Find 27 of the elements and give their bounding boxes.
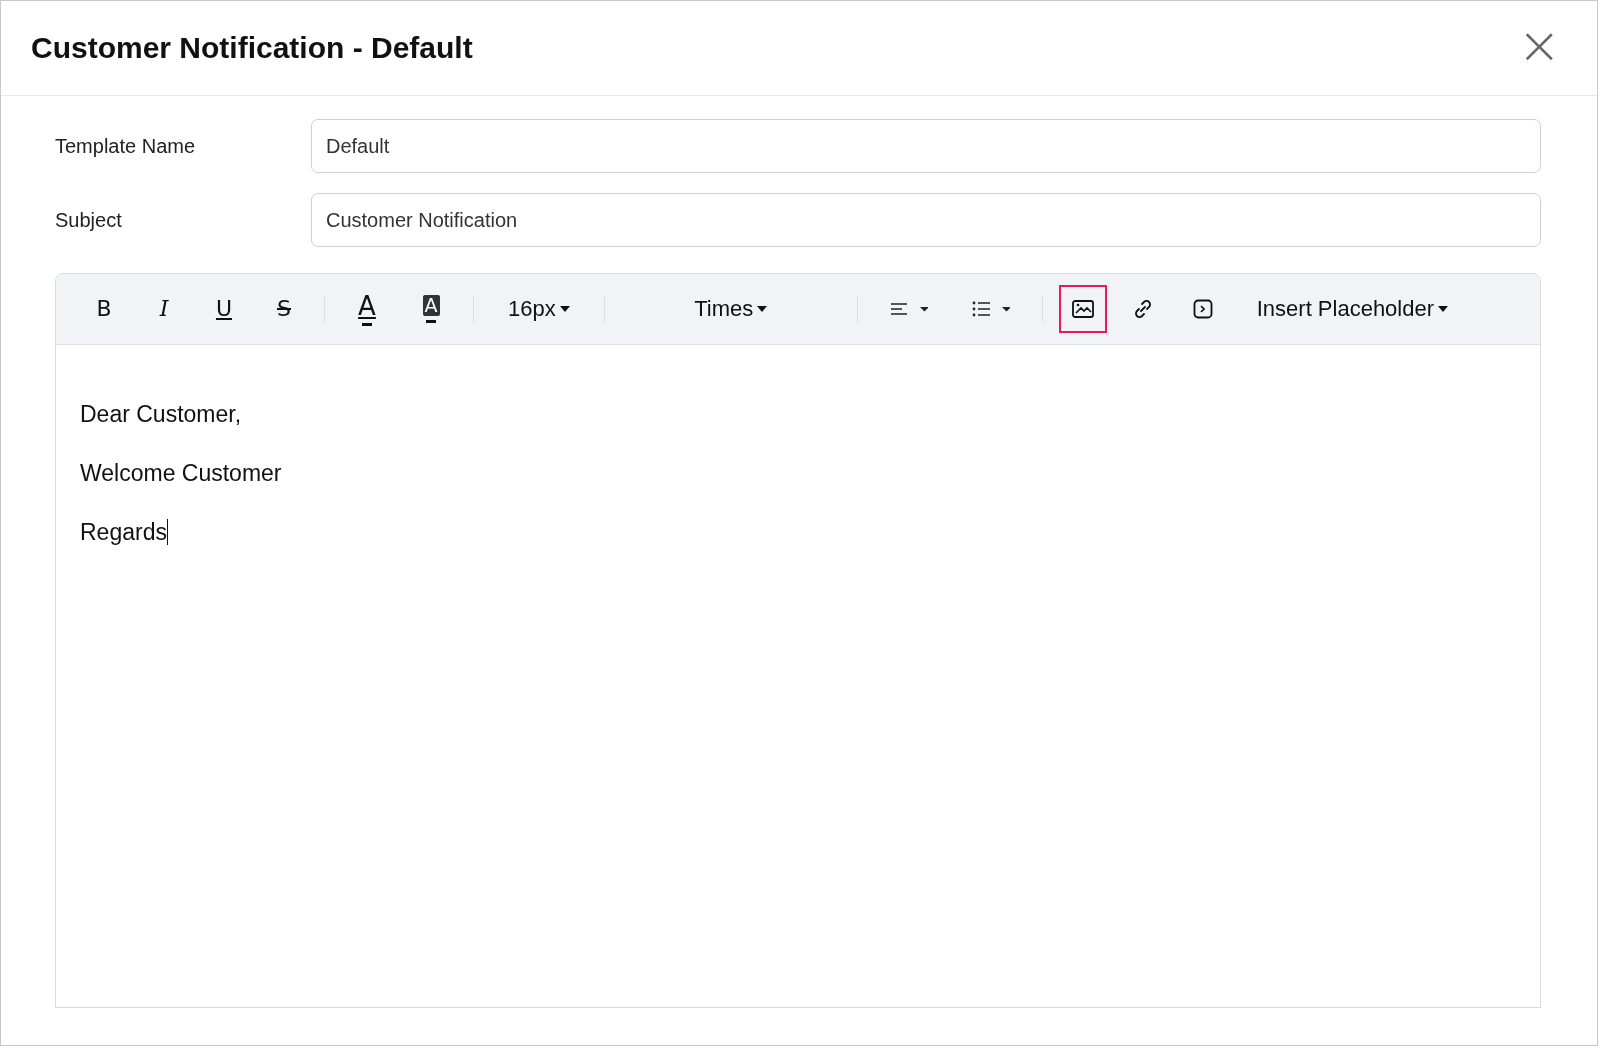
bullet-list-icon (971, 301, 1010, 317)
image-icon (1071, 300, 1094, 318)
body-text: Welcome Customer (80, 460, 283, 487)
underline-button[interactable]: U (200, 285, 248, 333)
input-field[interactable]: Customer Notification (311, 193, 1541, 247)
embed-icon (1192, 299, 1213, 319)
link-icon (1132, 299, 1153, 319)
dropdown-button[interactable]: 16px (498, 289, 580, 329)
italic-button[interactable]: I (140, 285, 188, 333)
bold-button[interactable]: B (80, 285, 128, 333)
highlight-color-button[interactable]: A (407, 285, 455, 333)
field-label: Subject (55, 208, 123, 232)
dropdown-button[interactable]: Times (614, 289, 847, 329)
caret-icon (559, 306, 570, 312)
align-left-icon (889, 302, 928, 316)
field-label: Template Name (55, 134, 197, 158)
dropdown-button[interactable]: Insert Placeholder (1246, 289, 1459, 329)
input-field[interactable]: Default (311, 119, 1541, 173)
caret-icon (1438, 306, 1449, 312)
image-button[interactable] (1058, 285, 1107, 333)
text-color-button[interactable]: A (343, 285, 391, 333)
strikethrough-button[interactable]: S (260, 285, 308, 333)
body-text: Regards (80, 519, 169, 546)
close-button[interactable]: × (1511, 19, 1567, 77)
caret-icon (757, 306, 768, 312)
dialog-title: Customer Notification - Default (31, 31, 473, 65)
body-text: Dear Customer, (80, 401, 243, 428)
